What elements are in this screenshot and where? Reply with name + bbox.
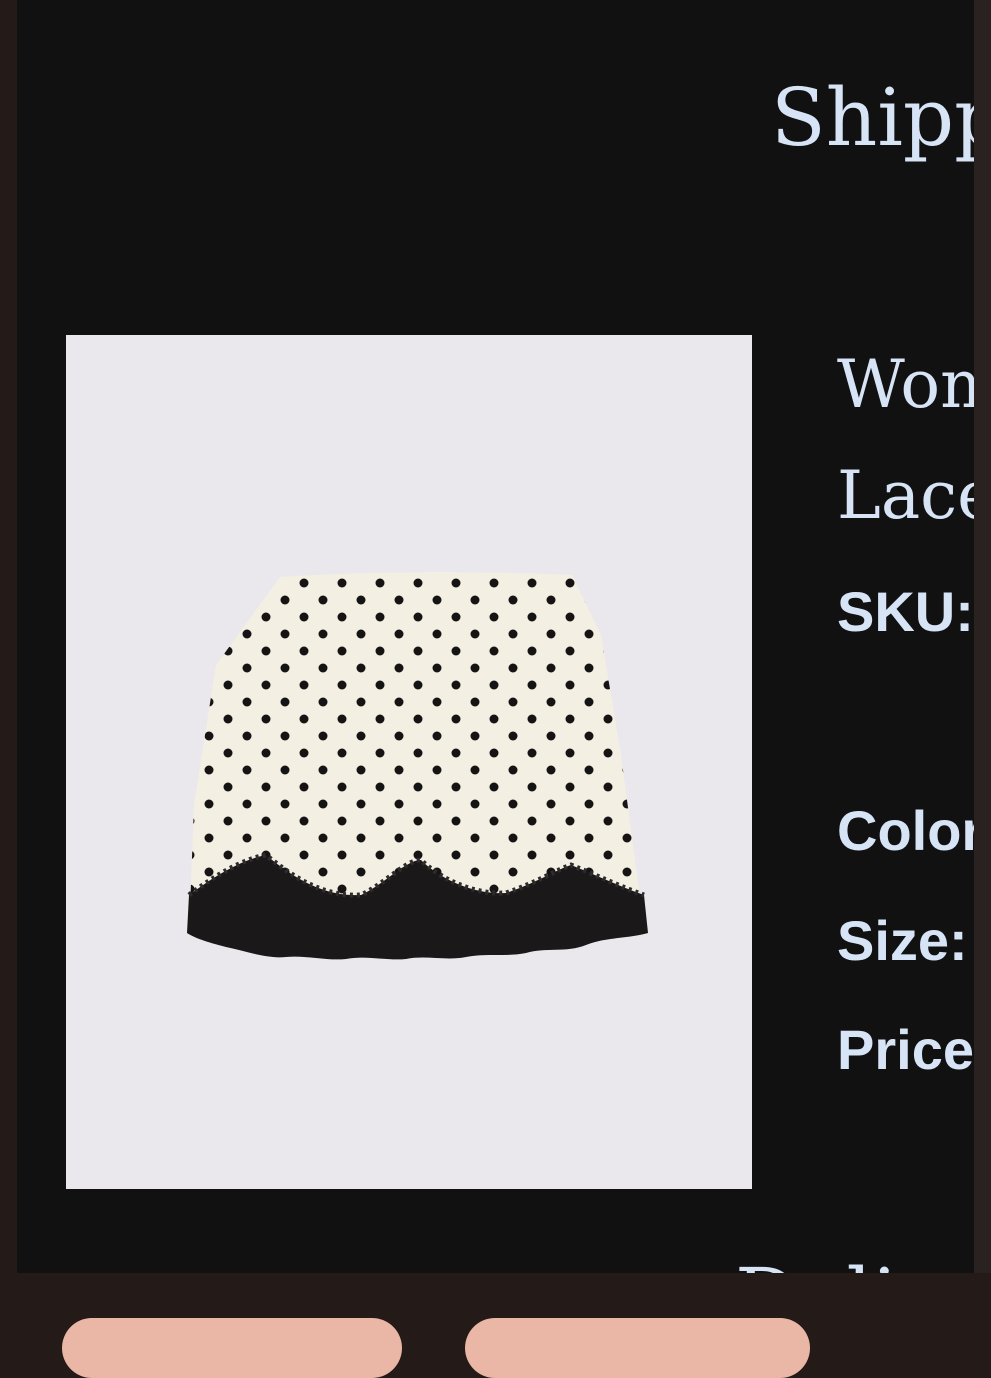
sku-label: SKU: — [837, 580, 974, 643]
secondary-action-button[interactable] — [465, 1318, 810, 1378]
size-label: Size: — [837, 909, 968, 972]
scrollbar-track[interactable] — [974, 0, 991, 1273]
product-image[interactable] — [66, 335, 752, 1189]
section-heading-bottom: Deli — [735, 1258, 898, 1274]
section-heading: Shipp — [771, 71, 974, 164]
color-label: Color — [837, 799, 974, 862]
product-title-line-1: Wom — [837, 346, 974, 423]
polka-dot-lace-skirt-image — [187, 572, 648, 960]
product-title-line-2: Lace — [837, 457, 974, 534]
content-area: Shipp Wom Lace SKU: Color Size: Price De… — [17, 0, 974, 1273]
price-label: Price — [837, 1018, 974, 1081]
primary-action-button[interactable] — [62, 1318, 402, 1378]
